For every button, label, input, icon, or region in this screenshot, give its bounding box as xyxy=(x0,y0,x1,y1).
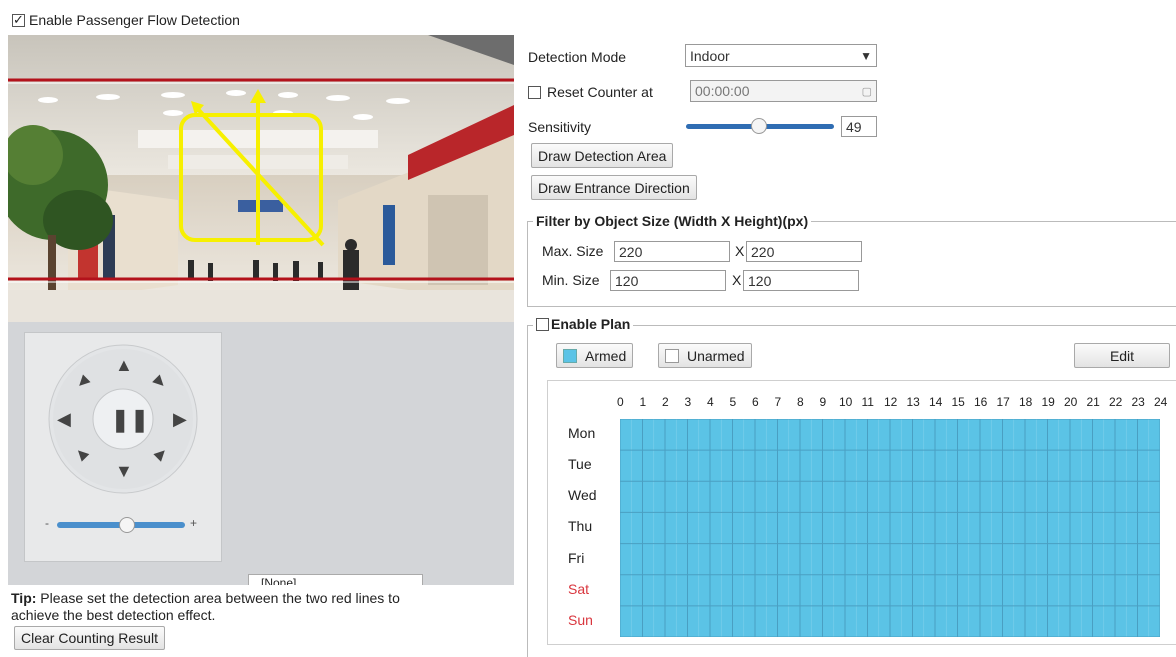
edit-plan-button[interactable]: Edit xyxy=(1074,343,1170,368)
plan-legend: Enable Plan xyxy=(533,316,634,332)
sensitivity-slider[interactable] xyxy=(686,118,834,134)
hour-label: 18 xyxy=(1019,395,1033,409)
min-height-value: 120 xyxy=(748,272,772,289)
max-width-input[interactable]: 220 xyxy=(614,241,730,262)
max-height-value: 220 xyxy=(751,243,775,260)
detection-mode-value: Indoor xyxy=(690,47,730,64)
hour-label: 12 xyxy=(884,395,898,409)
armed-swatch-icon xyxy=(563,348,577,363)
video-preview[interactable] xyxy=(8,35,514,322)
tip-prefix: Tip: xyxy=(11,590,37,606)
hour-label: 2 xyxy=(662,395,669,409)
unarmed-label: Unarmed xyxy=(687,347,745,364)
reset-counter-row: Reset Counter at xyxy=(528,84,653,100)
max-x-separator: X xyxy=(735,243,745,259)
sensitivity-value: 49 xyxy=(846,118,862,135)
hour-header: 0 1 2 3 4 5 6 7 8 9 10 11 12 13 14 15 16 17 18 19 20 21 22 23 24 xyxy=(548,395,1176,411)
hour-label: 21 xyxy=(1086,395,1100,409)
hour-label: 20 xyxy=(1064,395,1078,409)
day-labels: Mon Tue Wed Thu Fri Sat Sun xyxy=(548,419,618,639)
tip-line2: achieve the best detection effect. xyxy=(11,607,216,623)
hour-label: 10 xyxy=(839,395,853,409)
min-x-separator: X xyxy=(732,272,742,288)
ptz-pause-icon[interactable]: ❚❚ xyxy=(111,407,150,433)
ptz-control-box: ▲ ▼ ◀ ▶ ◀ ▶ ◀ ▶ ❚❚ - + xyxy=(24,332,222,562)
hour-label: 9 xyxy=(819,395,827,409)
unarmed-swatch-icon xyxy=(665,348,679,363)
enable-detection-row: Enable Passenger Flow Detection xyxy=(12,12,240,28)
armed-label: Armed xyxy=(585,347,627,364)
armed-button[interactable]: Armed xyxy=(556,343,634,368)
hour-label: 15 xyxy=(951,395,965,409)
draw-entrance-direction-button[interactable]: Draw Entrance Direction xyxy=(531,175,697,200)
hour-label: 0 xyxy=(617,395,624,409)
hour-label: 16 xyxy=(974,395,988,409)
reset-time-input[interactable]: 00:00:00 ▢ xyxy=(690,80,877,102)
ptz-panel: ▲ ▼ ◀ ▶ ◀ ▶ ◀ ▶ ❚❚ - + [None] xyxy=(8,322,514,585)
schedule-grid[interactable] xyxy=(620,419,1160,637)
detection-mode-label: Detection Mode xyxy=(528,49,627,65)
filter-legend: Filter by Object Size (Width X Height)(p… xyxy=(533,213,812,229)
hour-label: 11 xyxy=(861,395,874,409)
preset-select-value: [None] xyxy=(261,576,297,585)
day-label: Sat xyxy=(568,580,590,597)
hour-label: 4 xyxy=(707,395,714,409)
hour-label: 19 xyxy=(1041,395,1055,409)
hour-label: 5 xyxy=(729,395,737,409)
sensitivity-label: Sensitivity xyxy=(528,119,592,135)
ptz-right-icon[interactable]: ▶ xyxy=(173,409,187,430)
reset-time-value: 00:00:00 xyxy=(695,83,750,99)
max-size-label: Max. Size xyxy=(542,243,604,259)
reset-counter-checkbox[interactable] xyxy=(528,85,541,99)
sensitivity-input[interactable]: 49 xyxy=(841,116,877,137)
draw-detection-area-button[interactable]: Draw Detection Area xyxy=(531,143,674,168)
tip-line1: Please set the detection area between th… xyxy=(36,590,400,606)
hour-label: 7 xyxy=(774,395,782,409)
hour-label: 14 xyxy=(929,395,943,409)
calendar-icon[interactable]: ▢ xyxy=(862,85,872,98)
unarmed-button[interactable]: Unarmed xyxy=(658,343,752,368)
clear-counting-button[interactable]: Clear Counting Result xyxy=(14,626,165,650)
hour-label: 8 xyxy=(797,395,804,409)
hour-label: 17 xyxy=(996,395,1010,409)
day-label: Tue xyxy=(568,456,592,473)
max-height-input[interactable]: 220 xyxy=(746,241,862,262)
zoom-minus: - xyxy=(45,516,49,530)
hour-label: 13 xyxy=(906,395,920,409)
day-label: Mon xyxy=(568,425,596,441)
hour-label: 22 xyxy=(1109,395,1123,409)
day-label: Thu xyxy=(568,518,593,535)
ptz-left-icon[interactable]: ◀ xyxy=(57,409,71,430)
day-label: Fri xyxy=(568,549,585,566)
schedule-container: 0 1 2 3 4 5 6 7 8 9 10 11 12 13 14 15 16 17 18 19 20 21 22 23 24… xyxy=(547,380,1176,645)
hour-label: 1 xyxy=(639,395,647,409)
tip-text: Tip: Please set the detection area betwe… xyxy=(11,590,511,624)
enable-plan-label: Enable Plan xyxy=(551,316,631,332)
zoom-plus: + xyxy=(190,516,198,530)
hour-label: 24 xyxy=(1154,395,1168,409)
mall-scene xyxy=(8,35,514,322)
detection-mode-select[interactable]: Indoor ▼ xyxy=(685,44,877,67)
enable-detection-label: Enable Passenger Flow Detection xyxy=(29,12,240,28)
zoom-slider[interactable] xyxy=(57,517,185,533)
min-width-input[interactable]: 120 xyxy=(610,270,726,291)
min-width-value: 120 xyxy=(615,272,639,289)
hour-label: 6 xyxy=(752,395,759,409)
ptz-up-icon[interactable]: ▲ xyxy=(115,355,133,376)
day-label: Sun xyxy=(568,611,593,628)
enable-detection-checkbox[interactable] xyxy=(12,12,25,28)
min-height-input[interactable]: 120 xyxy=(743,270,859,291)
sensitivity-slider-thumb[interactable] xyxy=(750,118,767,134)
day-label: Wed xyxy=(568,487,597,504)
chevron-down-icon: ▼ xyxy=(860,48,872,63)
enable-plan-checkbox[interactable] xyxy=(536,317,549,331)
ptz-down-icon[interactable]: ▼ xyxy=(115,461,133,482)
filter-fieldset xyxy=(527,221,1176,307)
min-size-label: Min. Size xyxy=(542,272,600,288)
hour-label: 3 xyxy=(684,395,692,409)
reset-counter-label: Reset Counter at xyxy=(547,84,653,100)
hour-label: 23 xyxy=(1131,395,1145,409)
max-width-value: 220 xyxy=(619,243,643,260)
preset-select[interactable]: [None] xyxy=(248,574,423,585)
